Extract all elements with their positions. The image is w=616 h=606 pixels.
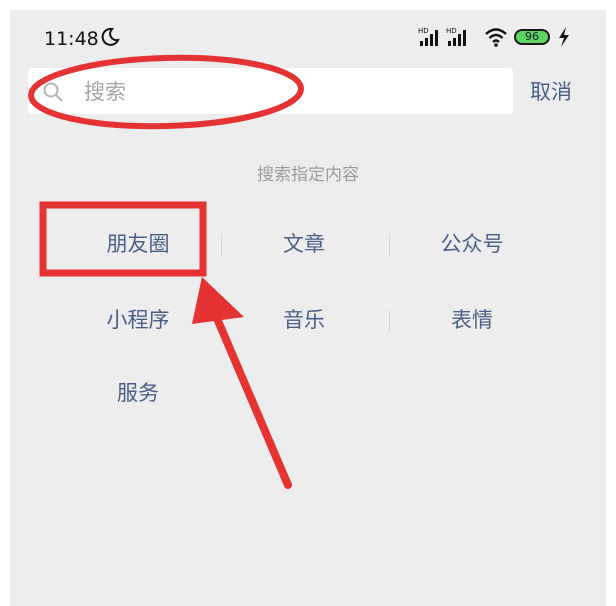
annotation-arrowhead [192, 277, 244, 324]
annotation-box [39, 201, 207, 277]
red-annotation-overlay [28, 54, 304, 489]
annotation-circle [28, 54, 304, 130]
annotation-arrow-shaft [206, 298, 292, 489]
wechat-search-screen: 11:48 HD HD 96 搜索 取消 搜索指定内容 朋友圈 文章 公众号 小… [10, 10, 606, 606]
